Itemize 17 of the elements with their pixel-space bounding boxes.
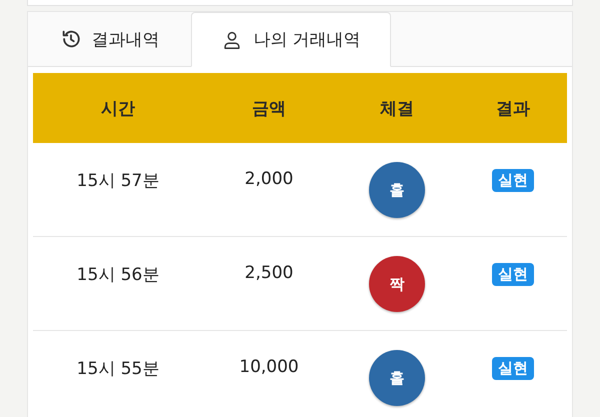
column-header: 결과 (496, 98, 530, 120)
table-cell: 10,000 (239, 357, 299, 377)
pick-ball: 홀 (369, 162, 425, 218)
table-cell: 2,500 (244, 263, 294, 283)
table-cell-text: 15시 55분 (76, 358, 160, 380)
result-badge: 실현 (492, 357, 534, 380)
column-header: 시간 (101, 98, 135, 120)
pick-ball: 짝 (369, 256, 425, 312)
pick-ball: 홀 (369, 350, 425, 406)
table-cell-text: 15시 56분 (76, 264, 160, 286)
column-header: 체결 (380, 98, 414, 120)
table-cell-text: 15시 57분 (76, 170, 160, 192)
result-badge: 실현 (492, 263, 534, 286)
table-cell: 2,000 (244, 169, 294, 189)
tab[interactable]: 나의 거래내역 (191, 12, 391, 67)
result-badge: 실현 (492, 169, 534, 192)
column-header: 금액 (252, 98, 286, 120)
